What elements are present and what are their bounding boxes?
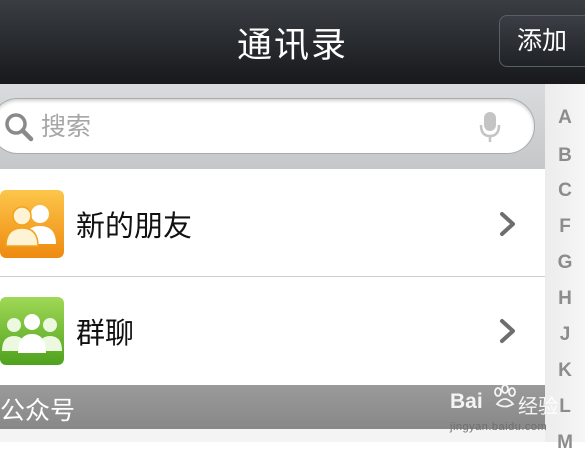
index-letter-j[interactable]: J: [545, 324, 585, 346]
microphone-icon[interactable]: [479, 111, 501, 143]
search-bar: [0, 84, 545, 169]
watermark-url: jingyan.baidu.com: [450, 421, 548, 433]
three-people-icon: [0, 297, 64, 365]
search-icon: [5, 113, 34, 142]
two-people-icon: [0, 190, 64, 258]
index-letter-h[interactable]: H: [545, 288, 585, 310]
index-letter-g[interactable]: G: [545, 252, 585, 274]
watermark-product: 经验: [518, 394, 558, 418]
paw-icon: [494, 384, 516, 408]
index-letter-c[interactable]: C: [545, 180, 585, 202]
page-title: 通讯录: [236, 26, 348, 66]
watermark-brand: Bai: [450, 390, 483, 413]
list-item-label: 新的朋友: [76, 209, 193, 243]
add-button[interactable]: 添加: [499, 15, 585, 67]
baidu-jingyan-watermark: Bai 经验 jingyan.baidu.com: [450, 384, 585, 442]
index-letter-b[interactable]: B: [545, 145, 585, 167]
navigation-bar: 通讯录 添加: [0, 0, 585, 85]
list-item-label: 群聊: [76, 316, 135, 350]
chevron-right-icon: [500, 319, 515, 343]
index-letter-a[interactable]: A: [545, 107, 585, 129]
index-letter-f[interactable]: F: [545, 216, 585, 238]
list-item-new-friends[interactable]: 新的朋友: [0, 170, 545, 276]
list-item-group-chats[interactable]: 群聊: [0, 277, 545, 383]
search-input[interactable]: [41, 108, 461, 144]
index-letter-k[interactable]: K: [545, 360, 585, 382]
chevron-right-icon: [500, 212, 515, 236]
section-title: 公众号: [0, 396, 76, 425]
search-field[interactable]: [0, 98, 535, 154]
